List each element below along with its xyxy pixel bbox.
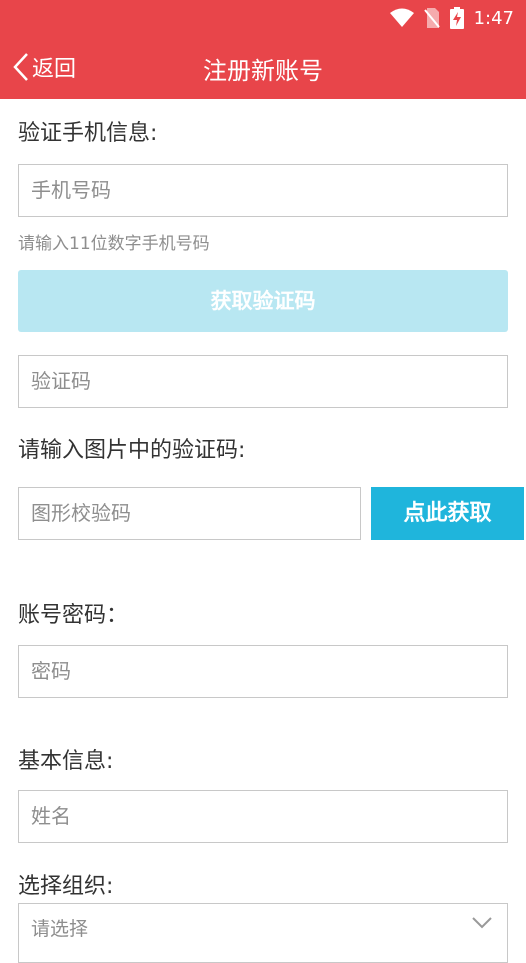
phone-placeholder: 手机号码 <box>31 178 111 202</box>
captcha-section-label: 请输入图片中的验证码: <box>18 438 246 463</box>
get-captcha-button[interactable]: 点此获取 <box>371 487 524 540</box>
app-header: 1:47 返回 注册新账号 <box>0 0 526 99</box>
status-bar: 1:47 <box>389 6 514 30</box>
chevron-down-icon <box>472 917 492 929</box>
status-time: 1:47 <box>473 7 514 29</box>
captcha-input[interactable]: 图形校验码 <box>18 487 361 540</box>
phone-section-label: 验证手机信息: <box>18 121 158 146</box>
phone-input[interactable]: 手机号码 <box>18 164 508 217</box>
password-placeholder: 密码 <box>31 659 71 683</box>
password-section-label: 账号密码： <box>18 603 129 628</box>
captcha-placeholder: 图形校验码 <box>31 501 131 525</box>
sms-code-input[interactable]: 验证码 <box>18 355 508 408</box>
org-select[interactable]: 请选择 <box>18 903 508 963</box>
org-section-label: 选择组织: <box>18 874 114 899</box>
page-title: 注册新账号 <box>203 57 323 85</box>
no-sim-icon <box>423 8 440 28</box>
name-input[interactable]: 姓名 <box>18 790 508 843</box>
get-sms-code-button[interactable]: 获取验证码 <box>18 270 508 332</box>
phone-hint: 请输入11位数字手机号码 <box>18 234 210 254</box>
org-select-value: 请选择 <box>31 918 89 940</box>
sms-code-placeholder: 验证码 <box>31 369 91 393</box>
name-placeholder: 姓名 <box>31 804 71 828</box>
basic-info-section-label: 基本信息: <box>18 749 114 774</box>
battery-charging-icon <box>449 7 464 29</box>
wifi-icon <box>389 8 414 27</box>
password-input[interactable]: 密码 <box>18 645 508 698</box>
title-bar: 返回 注册新账号 <box>0 38 526 96</box>
